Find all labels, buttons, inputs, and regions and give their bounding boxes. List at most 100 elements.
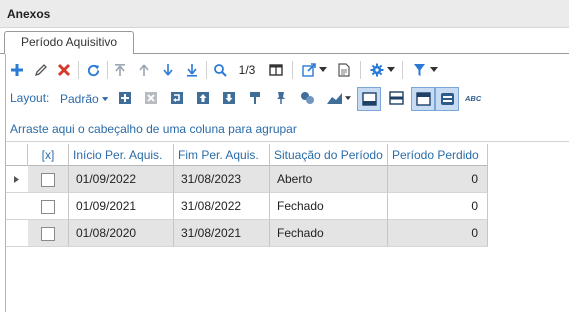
add-row-icon [119,92,131,104]
column-header-perdido[interactable]: Período Perdido [388,144,488,166]
tab-periodo-aquisitivo[interactable]: Período Aquisitivo [4,31,134,54]
cell-perdido: 0 [388,220,488,247]
cell-fim: 31/08/2023 [174,166,270,193]
search-button[interactable] [212,60,228,80]
move-last-button[interactable] [184,60,200,80]
move-row-up-icon [197,92,209,104]
paint-format-button[interactable] [246,89,264,107]
group-by-zone[interactable]: Arraste aqui o cabeçalho de uma coluna p… [6,116,569,141]
edit-button[interactable] [33,60,49,80]
cell-situacao: Aberto [270,166,388,193]
layout-select[interactable]: Padrão [60,89,108,109]
row-style-1-icon [361,92,377,106]
toolbar-separator [292,61,293,79]
select-cell[interactable] [28,166,69,193]
chevron-down-icon [318,67,327,72]
remove-row-button[interactable] [142,89,160,107]
edit-icon [34,64,47,77]
main-toolbar: 1/3 [6,54,569,86]
row-style-1-button[interactable] [357,87,381,111]
cell-inicio: 01/08/2020 [69,220,174,247]
abc-text-button[interactable]: ABC [464,89,486,107]
column-header-select[interactable]: [x] [28,144,69,166]
move-up-icon [139,64,149,76]
columns-icon [269,64,283,76]
pin-icon [277,92,285,104]
chevron-down-icon [429,67,438,72]
refresh-icon [87,64,99,76]
move-last-icon [187,64,197,77]
select-cell[interactable] [28,220,69,247]
row-checkbox[interactable] [41,227,55,241]
row-style-2-button[interactable] [387,89,405,107]
row-indicator-header [6,144,28,166]
delete-icon [57,63,71,77]
chart-icon [327,93,342,104]
move-up-button[interactable] [136,60,152,80]
filter-icon [413,64,425,76]
refresh-button[interactable] [84,60,102,80]
pin-button[interactable] [272,89,290,107]
chevron-down-icon [345,95,351,100]
move-first-button[interactable] [112,60,128,80]
move-first-icon [115,64,125,76]
chevron-down-icon [101,96,108,101]
current-row-arrow-icon [14,176,19,183]
insert-row-button[interactable] [168,89,186,107]
row-style-3-button[interactable] [411,87,435,111]
chart-button[interactable] [326,89,352,107]
title-bar: Anexos [0,0,569,28]
select-cell[interactable] [28,193,69,220]
add-button[interactable] [9,60,25,80]
column-header-fim[interactable]: Fim Per. Aquis. [174,144,270,166]
abc-text-icon: ABC [465,94,482,102]
table-row[interactable]: 01/09/2022 31/08/2023 Aberto 0 [6,166,488,193]
export-icon [301,63,316,77]
group-by-hint: Arraste aqui o cabeçalho de uma coluna p… [10,122,297,136]
cell-inicio: 01/09/2022 [69,166,174,193]
insert-row-icon [171,92,183,104]
row-checkbox[interactable] [41,200,55,214]
table-row[interactable]: 01/09/2021 31/08/2022 Fechado 0 [6,193,488,220]
remove-row-icon [145,92,157,104]
row-style-4-icon [440,93,454,105]
tab-strip: Período Aquisitivo [0,28,569,54]
move-row-down-icon [223,92,235,104]
layout-select-value: Padrão [60,92,99,106]
cell-fim: 31/08/2022 [174,193,270,220]
toolbar-separator [360,61,361,79]
row-style-2-icon [388,91,404,105]
column-header-situacao[interactable]: Situação do Período [270,144,388,166]
cell-situacao: Fechado [270,220,388,247]
export-button[interactable] [300,60,328,80]
layout-bar: Layout: Padrão ABC [6,86,569,112]
row-indicator [6,193,28,220]
toolbar-separator [78,61,79,79]
column-header-inicio[interactable]: Início Per. Aquis. [69,144,174,166]
columns-button[interactable] [268,60,284,80]
move-down-button[interactable] [160,60,176,80]
cell-fim: 31/08/2021 [174,220,270,247]
cell-situacao: Fechado [270,193,388,220]
shapes-icon [300,92,314,104]
move-row-up-button[interactable] [194,89,212,107]
document-icon [338,63,350,77]
cell-inicio: 01/09/2021 [69,193,174,220]
settings-icon [370,63,383,77]
add-row-button[interactable] [116,89,134,107]
document-button[interactable] [336,60,352,80]
delete-button[interactable] [56,60,72,80]
layout-label: Layout: [10,91,50,105]
row-style-3-icon [415,92,431,106]
page-indicator: 1/3 [238,63,256,77]
row-style-4-button[interactable] [435,87,459,111]
row-indicator [6,220,28,247]
move-down-icon [163,64,173,76]
row-checkbox[interactable] [41,173,55,187]
anexos-window: Anexos Período Aquisitivo 1/3 Layout: Pa… [0,0,569,312]
move-row-down-button[interactable] [220,89,238,107]
settings-button[interactable] [368,60,396,80]
shapes-button[interactable] [298,89,316,107]
filter-button[interactable] [411,60,439,80]
table-row[interactable]: 01/08/2020 31/08/2021 Fechado 0 [6,220,488,247]
